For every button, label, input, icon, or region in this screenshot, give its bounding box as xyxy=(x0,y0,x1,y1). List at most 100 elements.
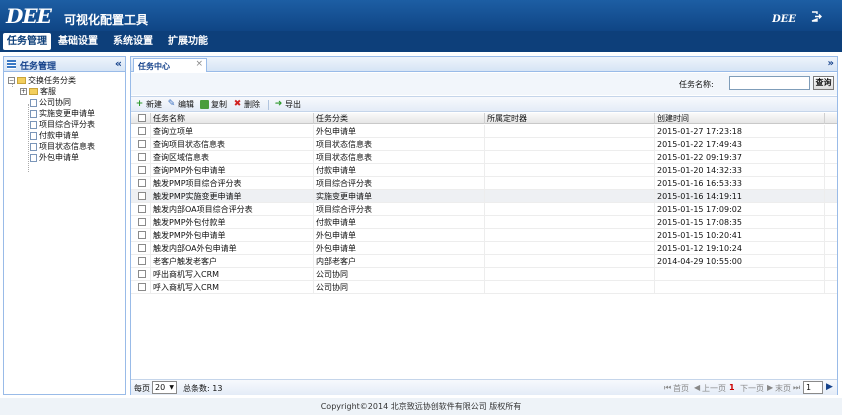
tab-task-center[interactable]: 任务中心 × xyxy=(133,58,207,72)
go-page-icon[interactable]: ▶ xyxy=(826,382,833,392)
task-name-cell: 查询立项单 xyxy=(151,125,314,138)
column-header-timer[interactable]: 所属定时器 xyxy=(485,113,655,124)
tree-collapse-icon[interactable]: − xyxy=(8,77,15,84)
category-cell: 项目状态信息表 xyxy=(314,151,485,164)
per-page-label: 每页 xyxy=(134,384,150,393)
created-time-cell: 2015-01-20 14:32:33 xyxy=(655,164,825,177)
task-name-cell: 触发PMP项目综合评分表 xyxy=(151,177,314,190)
tree-item[interactable]: 项目综合评分表 xyxy=(30,119,95,130)
row-checkbox[interactable] xyxy=(138,218,146,226)
table-row[interactable]: 触发内部OA外包申请单 外包申请单 2015-01-12 19:10:24 xyxy=(131,242,837,255)
task-tree-panel: 任务管理 « − 交换任务分类 + 客服 公司协同 实施变更申请单 项目综合评分表 … xyxy=(3,56,126,395)
nav-basic-settings[interactable]: 基础设置 xyxy=(54,33,102,50)
row-checkbox[interactable] xyxy=(138,166,146,174)
row-checkbox-cell xyxy=(131,190,151,203)
row-checkbox[interactable] xyxy=(138,257,146,265)
row-checkbox-cell xyxy=(131,255,151,268)
table-row[interactable]: 老客户触发老客户 内部老客户 2014-04-29 10:55:00 xyxy=(131,255,837,268)
search-button[interactable]: 查询 xyxy=(813,76,834,90)
row-checkbox[interactable] xyxy=(138,283,146,291)
row-checkbox[interactable] xyxy=(138,244,146,252)
table-row[interactable]: 呼入商机写入CRM 公司协同 xyxy=(131,281,837,294)
table-row[interactable]: 触发PMP外包申请单 外包申请单 2015-01-15 10:20:41 xyxy=(131,229,837,242)
next-page-icon: ▶ xyxy=(767,383,774,392)
panel-title: 任务管理 xyxy=(20,62,57,72)
row-checkbox[interactable] xyxy=(138,205,146,213)
tree-folder-node[interactable]: + 客服 xyxy=(20,86,56,97)
created-time-cell: 2015-01-12 19:10:24 xyxy=(655,242,825,255)
total-count: 总条数: 13 xyxy=(183,384,223,393)
search-label: 任务名称: xyxy=(679,80,714,89)
toolbar: + 新建 ✎ 编辑 复制 ✖ 删除 ➜ 导出 xyxy=(131,96,837,112)
task-name-search-input[interactable] xyxy=(729,76,810,90)
tree-item[interactable]: 付款申请单 xyxy=(30,130,79,141)
column-header-task-name[interactable]: 任务名称 xyxy=(151,113,314,124)
delete-label: 删除 xyxy=(244,100,260,109)
timer-cell xyxy=(485,125,655,138)
per-page-select[interactable]: 20 ▼ xyxy=(152,381,177,394)
table-row[interactable]: 触发PMP实施变更申请单 实施变更申请单 2015-01-16 14:19:11 xyxy=(131,190,837,203)
document-icon xyxy=(30,131,37,140)
timer-cell xyxy=(485,242,655,255)
current-page: 1 xyxy=(729,383,735,392)
tree-root-node[interactable]: − 交换任务分类 xyxy=(8,75,76,86)
tree-item[interactable]: 实施变更申请单 xyxy=(30,108,95,119)
tree-expand-icon[interactable]: + xyxy=(20,88,27,95)
row-checkbox[interactable] xyxy=(138,270,146,278)
list-icon xyxy=(7,60,16,69)
tree-item[interactable]: 项目状态信息表 xyxy=(30,141,95,152)
close-icon[interactable]: × xyxy=(195,59,203,69)
table-row[interactable]: 呼出商机写入CRM 公司协同 xyxy=(131,268,837,281)
nav-task-management[interactable]: 任务管理 xyxy=(3,33,51,50)
document-icon xyxy=(30,153,37,162)
timer-cell xyxy=(485,281,655,294)
task-name-cell: 触发PMP外包付款单 xyxy=(151,216,314,229)
task-name-cell: 触发PMP实施变更申请单 xyxy=(151,190,314,203)
delete-button[interactable]: ✖ 删除 xyxy=(233,99,260,111)
row-checkbox[interactable] xyxy=(138,231,146,239)
copy-button[interactable]: 复制 xyxy=(200,99,227,111)
column-header-created-time[interactable]: 创建时间 xyxy=(655,113,825,124)
table-row[interactable]: 查询PMP外包申请单 付款申请单 2015-01-20 14:32:33 xyxy=(131,164,837,177)
edit-button[interactable]: ✎ 编辑 xyxy=(167,99,194,111)
table-row[interactable]: 查询立项单 外包申请单 2015-01-27 17:23:18 xyxy=(131,125,837,138)
select-all-checkbox[interactable] xyxy=(138,114,146,122)
table-row[interactable]: 触发PMP外包付款单 付款申请单 2015-01-15 17:08:35 xyxy=(131,216,837,229)
next-page-button[interactable]: 下一页 xyxy=(740,383,764,394)
row-checkbox-cell xyxy=(131,229,151,242)
created-time-cell xyxy=(655,268,825,281)
prev-page-button[interactable]: 上一页 xyxy=(702,383,726,394)
new-button[interactable]: + 新建 xyxy=(135,99,162,111)
table-row[interactable]: 触发PMP项目综合评分表 项目综合评分表 2015-01-16 16:53:33 xyxy=(131,177,837,190)
tree-item[interactable]: 外包申请单 xyxy=(30,152,79,163)
category-cell: 项目状态信息表 xyxy=(314,138,485,151)
export-button[interactable]: ➜ 导出 xyxy=(274,99,301,111)
task-name-cell: 呼出商机写入CRM xyxy=(151,268,314,281)
document-icon xyxy=(30,142,37,151)
row-checkbox-cell xyxy=(131,242,151,255)
table-row[interactable]: 触发内部OA项目综合评分表 项目综合评分表 2015-01-15 17:09:02 xyxy=(131,203,837,216)
row-checkbox[interactable] xyxy=(138,153,146,161)
nav-extensions[interactable]: 扩展功能 xyxy=(164,33,212,50)
logout-icon[interactable] xyxy=(811,11,822,22)
tab-scroll-icon[interactable]: » xyxy=(828,58,834,69)
table-row[interactable]: 查询项目状态信息表 项目状态信息表 2015-01-22 17:49:43 xyxy=(131,138,837,151)
per-page-value: 20 xyxy=(155,383,166,392)
export-arrow-icon: ➜ xyxy=(274,99,283,109)
page-number-input[interactable]: 1 xyxy=(803,381,823,394)
nav-system-settings[interactable]: 系统设置 xyxy=(109,33,157,50)
row-checkbox[interactable] xyxy=(138,192,146,200)
row-checkbox[interactable] xyxy=(138,179,146,187)
table-row[interactable]: 查询区域信息表 项目状态信息表 2015-01-22 09:19:37 xyxy=(131,151,837,164)
created-time-cell: 2015-01-15 17:09:02 xyxy=(655,203,825,216)
first-page-button[interactable]: 首页 xyxy=(673,383,689,394)
collapse-left-icon[interactable]: « xyxy=(115,57,122,70)
row-checkbox-cell xyxy=(131,177,151,190)
tree-item[interactable]: 公司协同 xyxy=(30,97,71,108)
category-cell: 外包申请单 xyxy=(314,242,485,255)
column-header-category[interactable]: 任务分类 xyxy=(314,113,485,124)
row-checkbox[interactable] xyxy=(138,140,146,148)
task-name-cell: 老客户触发老客户 xyxy=(151,255,314,268)
row-checkbox[interactable] xyxy=(138,127,146,135)
last-page-button[interactable]: 末页 xyxy=(775,383,791,394)
